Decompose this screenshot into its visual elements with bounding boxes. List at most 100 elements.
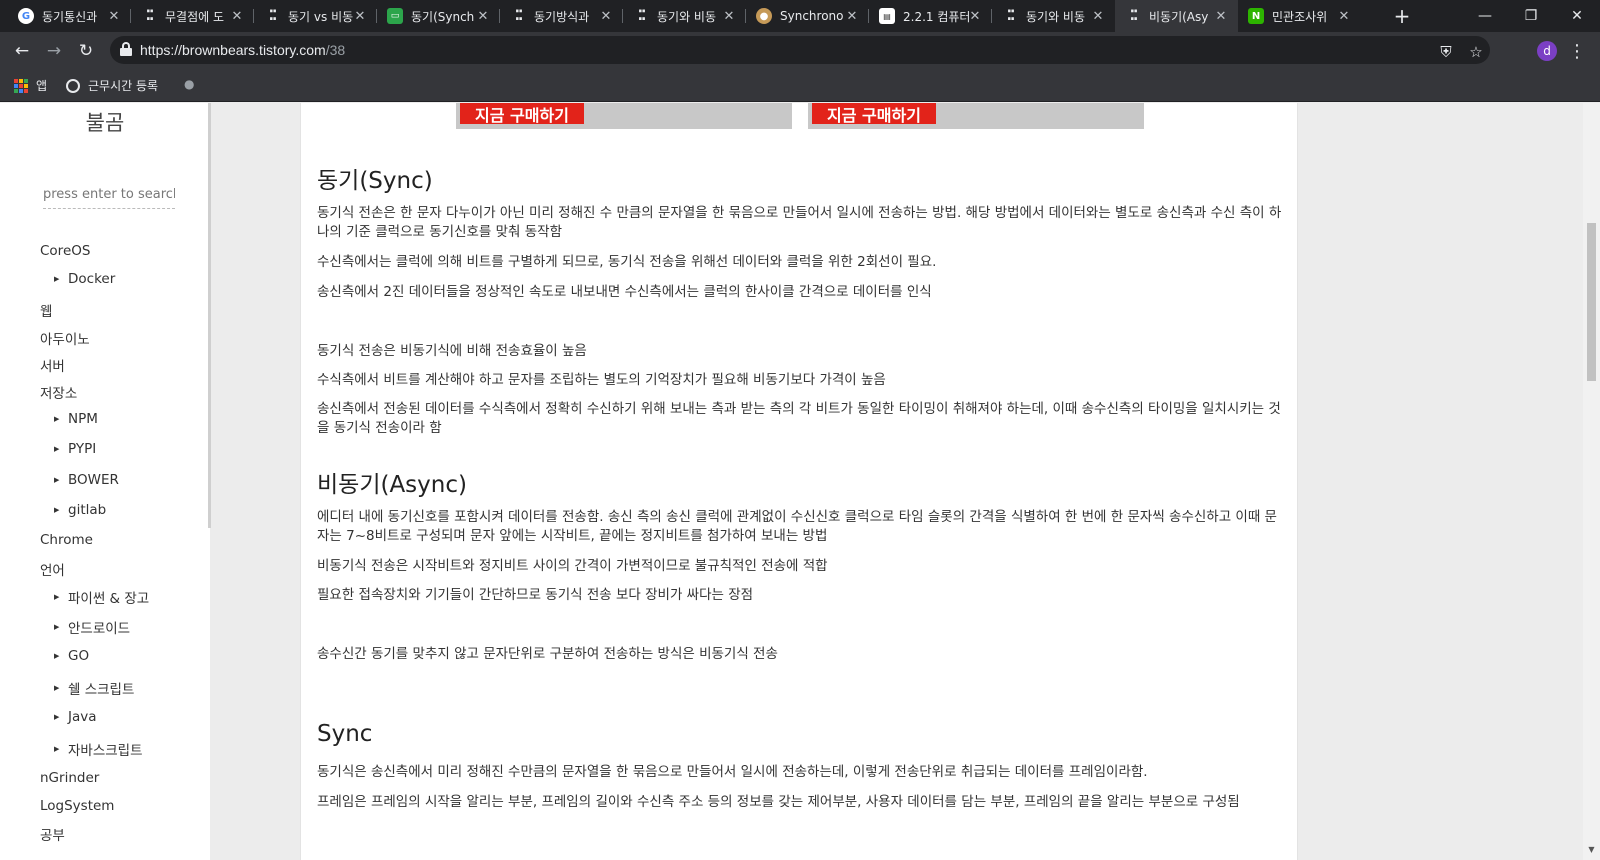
close-icon[interactable]: ✕ xyxy=(721,8,737,24)
close-icon[interactable]: ✕ xyxy=(967,8,983,24)
tab-0[interactable]: G 동기통신과 ✕ xyxy=(8,0,131,32)
search-input[interactable] xyxy=(43,181,175,209)
category-javascript[interactable]: ▶ 자바스크립트 xyxy=(54,739,143,759)
category-logsystem[interactable]: LogSystem xyxy=(40,798,114,814)
chat-icon: ▭ xyxy=(387,8,403,24)
category-go[interactable]: ▶ GO xyxy=(54,648,89,664)
minimize-button[interactable]: — xyxy=(1462,0,1508,32)
page-scrollbar[interactable]: ▼ xyxy=(1583,103,1600,860)
address-bar[interactable]: https://brownbears.tistory.com/38 ⛨ ☆ xyxy=(110,36,1490,64)
close-icon[interactable]: ✕ xyxy=(106,8,122,24)
paragraph: 필요한 접속장치와 기기들이 간단하므로 동기식 전송 보다 장비가 싸다는 장… xyxy=(317,587,754,603)
category-ngrinder[interactable]: nGrinder xyxy=(40,770,99,786)
scrollbar-thumb[interactable] xyxy=(1587,223,1596,381)
new-tab-button[interactable]: + xyxy=(1390,4,1414,28)
tab-9-active[interactable]: ⁚⁚ 비동기(Asy ✕ xyxy=(1115,0,1238,32)
tab-title: 동기통신과 xyxy=(42,9,98,24)
forward-button[interactable]: → xyxy=(40,37,68,65)
close-icon[interactable]: ✕ xyxy=(1336,8,1352,24)
paragraph: 동기식 전송은 비동기식에 비해 전송효율이 높음 xyxy=(317,343,587,359)
tab-6[interactable]: ● Synchrono ✕ xyxy=(746,0,869,32)
category-docker[interactable]: ▶ Docker xyxy=(54,271,115,287)
triangle-right-icon: ▶ xyxy=(54,713,60,721)
paragraph: 수신측에서는 클럭에 의해 비트를 구별하게 되므로, 동기식 전송을 위해선 … xyxy=(317,254,937,270)
category-npm[interactable]: ▶ NPM xyxy=(54,411,98,427)
apps-bookmark[interactable]: 앱 xyxy=(14,77,47,94)
blog-sidebar: 불곰 CoreOS ▶Docker 웹 아두이노 서버 저장소 ▶NPM ▶PY… xyxy=(0,103,210,860)
tab-3[interactable]: ▭ 동기(Synch ✕ xyxy=(377,0,500,32)
tab-5[interactable]: ⁚⁚ 동기와 비동 ✕ xyxy=(623,0,746,32)
url-text[interactable]: https://brownbears.tistory.com/38 xyxy=(140,42,345,58)
category-bower[interactable]: ▶ BOWER xyxy=(54,472,119,488)
category-shell-script[interactable]: ▶ 쉘 스크립트 xyxy=(54,678,134,698)
tab-title: 무결점에 도 xyxy=(165,9,225,24)
category-android[interactable]: ▶ 안드로이드 xyxy=(54,617,130,637)
paragraph: 송신측에서 전송된 데이터를 수식측에서 정확히 수신하기 위해 보내는 측과 … xyxy=(317,401,1281,436)
document-icon: ▤ xyxy=(879,8,895,24)
category-gitlab[interactable]: ▶ gitlab xyxy=(54,502,106,518)
page-viewport: 불곰 CoreOS ▶Docker 웹 아두이노 서버 저장소 ▶NPM ▶PY… xyxy=(0,103,1600,860)
category-language[interactable]: 언어 xyxy=(40,559,65,579)
profile-avatar[interactable]: d xyxy=(1537,41,1557,61)
reload-button[interactable]: ↻ xyxy=(72,37,100,65)
tab-title: 동기와 비동 xyxy=(657,9,717,24)
category-python-django[interactable]: ▶ 파이썬 & 장고 xyxy=(54,587,149,607)
category-coreos[interactable]: CoreOS xyxy=(40,243,90,259)
category-study[interactable]: 공부 xyxy=(40,824,65,844)
category-server[interactable]: 서버 xyxy=(40,355,65,375)
browser-toolbar: ← → ↻ https://brownbears.tistory.com/38 … xyxy=(0,32,1600,70)
paragraph: 수식측에서 비트를 계산해야 하고 문자를 조립하는 별도의 기억장치가 필요해… xyxy=(317,372,886,388)
kebab-menu-icon[interactable]: ⋮ xyxy=(1566,37,1588,65)
triangle-right-icon: ▶ xyxy=(54,745,60,753)
triangle-right-icon: ▶ xyxy=(54,593,60,601)
apple-icon: ● xyxy=(184,77,195,91)
tab-title: 비동기(Asy xyxy=(1149,9,1209,24)
buy-now-button[interactable]: 지금 구매하기 xyxy=(460,103,584,125)
restore-button[interactable]: ❐ xyxy=(1508,0,1554,32)
category-storage[interactable]: 저장소 xyxy=(40,382,77,402)
tistory-t-icon: ⁚⁚ xyxy=(637,8,647,24)
tab-1[interactable]: ⁚⁚ 무결점에 도 ✕ xyxy=(131,0,254,32)
tab-10[interactable]: N 민관조사위 ✕ xyxy=(1238,0,1361,32)
category-arduino[interactable]: 아두이노 xyxy=(40,328,90,348)
close-icon[interactable]: ✕ xyxy=(844,8,860,24)
close-icon[interactable]: ✕ xyxy=(352,8,368,24)
tab-title: 동기(Synch xyxy=(411,9,475,24)
shield-extension-icon[interactable]: ⛨ xyxy=(1436,42,1456,62)
close-icon[interactable]: ✕ xyxy=(475,8,491,24)
tab-2[interactable]: ⁚⁚ 동기 vs 비동 ✕ xyxy=(254,0,377,32)
ad-banner[interactable]: 지금 구매하기 xyxy=(808,103,1144,129)
section-heading: Sync xyxy=(317,721,373,747)
close-icon[interactable]: ✕ xyxy=(1213,8,1229,24)
star-icon[interactable]: ☆ xyxy=(1466,42,1486,62)
category-java[interactable]: ▶ Java xyxy=(54,709,97,725)
close-icon[interactable]: ✕ xyxy=(1090,8,1106,24)
triangle-right-icon: ▶ xyxy=(54,652,60,660)
back-button[interactable]: ← xyxy=(8,37,36,65)
section-heading: 동기(Sync) xyxy=(317,168,433,194)
blog-title[interactable]: 불곰 xyxy=(0,107,210,137)
tistory-t-icon: ⁚⁚ xyxy=(1129,8,1139,24)
tab-title: 동기와 비동 xyxy=(1026,9,1086,24)
bookmark-item[interactable]: 근무시간 등록 xyxy=(66,77,158,94)
close-window-button[interactable]: ✕ xyxy=(1554,0,1600,32)
paragraph: 송신측에서 2진 데이터들을 정상적인 속도로 내보내면 수신측에서는 클럭의 … xyxy=(317,284,932,300)
tab-4[interactable]: ⁚⁚ 동기방식과 ✕ xyxy=(500,0,623,32)
tab-7[interactable]: ▤ 2.2.1 컴퓨터 ✕ xyxy=(869,0,992,32)
apple-bookmark[interactable]: ● xyxy=(184,77,198,91)
ad-banner[interactable]: 지금 구매하기 xyxy=(456,103,792,129)
category-web[interactable]: 웹 xyxy=(40,300,52,320)
close-icon[interactable]: ✕ xyxy=(229,8,245,24)
close-icon[interactable]: ✕ xyxy=(598,8,614,24)
lock-icon[interactable] xyxy=(120,42,132,56)
tab-8[interactable]: ⁚⁚ 동기와 비동 ✕ xyxy=(992,0,1115,32)
buy-now-button[interactable]: 지금 구매하기 xyxy=(812,103,936,125)
triangle-right-icon: ▶ xyxy=(54,506,60,514)
paragraph: 비동기식 전송은 시작비트와 정지비트 사이의 간격이 가변적이므로 불규칙적인… xyxy=(317,558,828,574)
scroll-down-arrow-icon[interactable]: ▼ xyxy=(1583,840,1600,858)
triangle-right-icon: ▶ xyxy=(54,275,60,283)
tab-title: 2.2.1 컴퓨터 xyxy=(903,9,971,24)
category-chrome[interactable]: Chrome xyxy=(40,532,93,548)
category-pypi[interactable]: ▶ PYPI xyxy=(54,441,96,457)
tab-title: 민관조사위 xyxy=(1272,9,1328,24)
